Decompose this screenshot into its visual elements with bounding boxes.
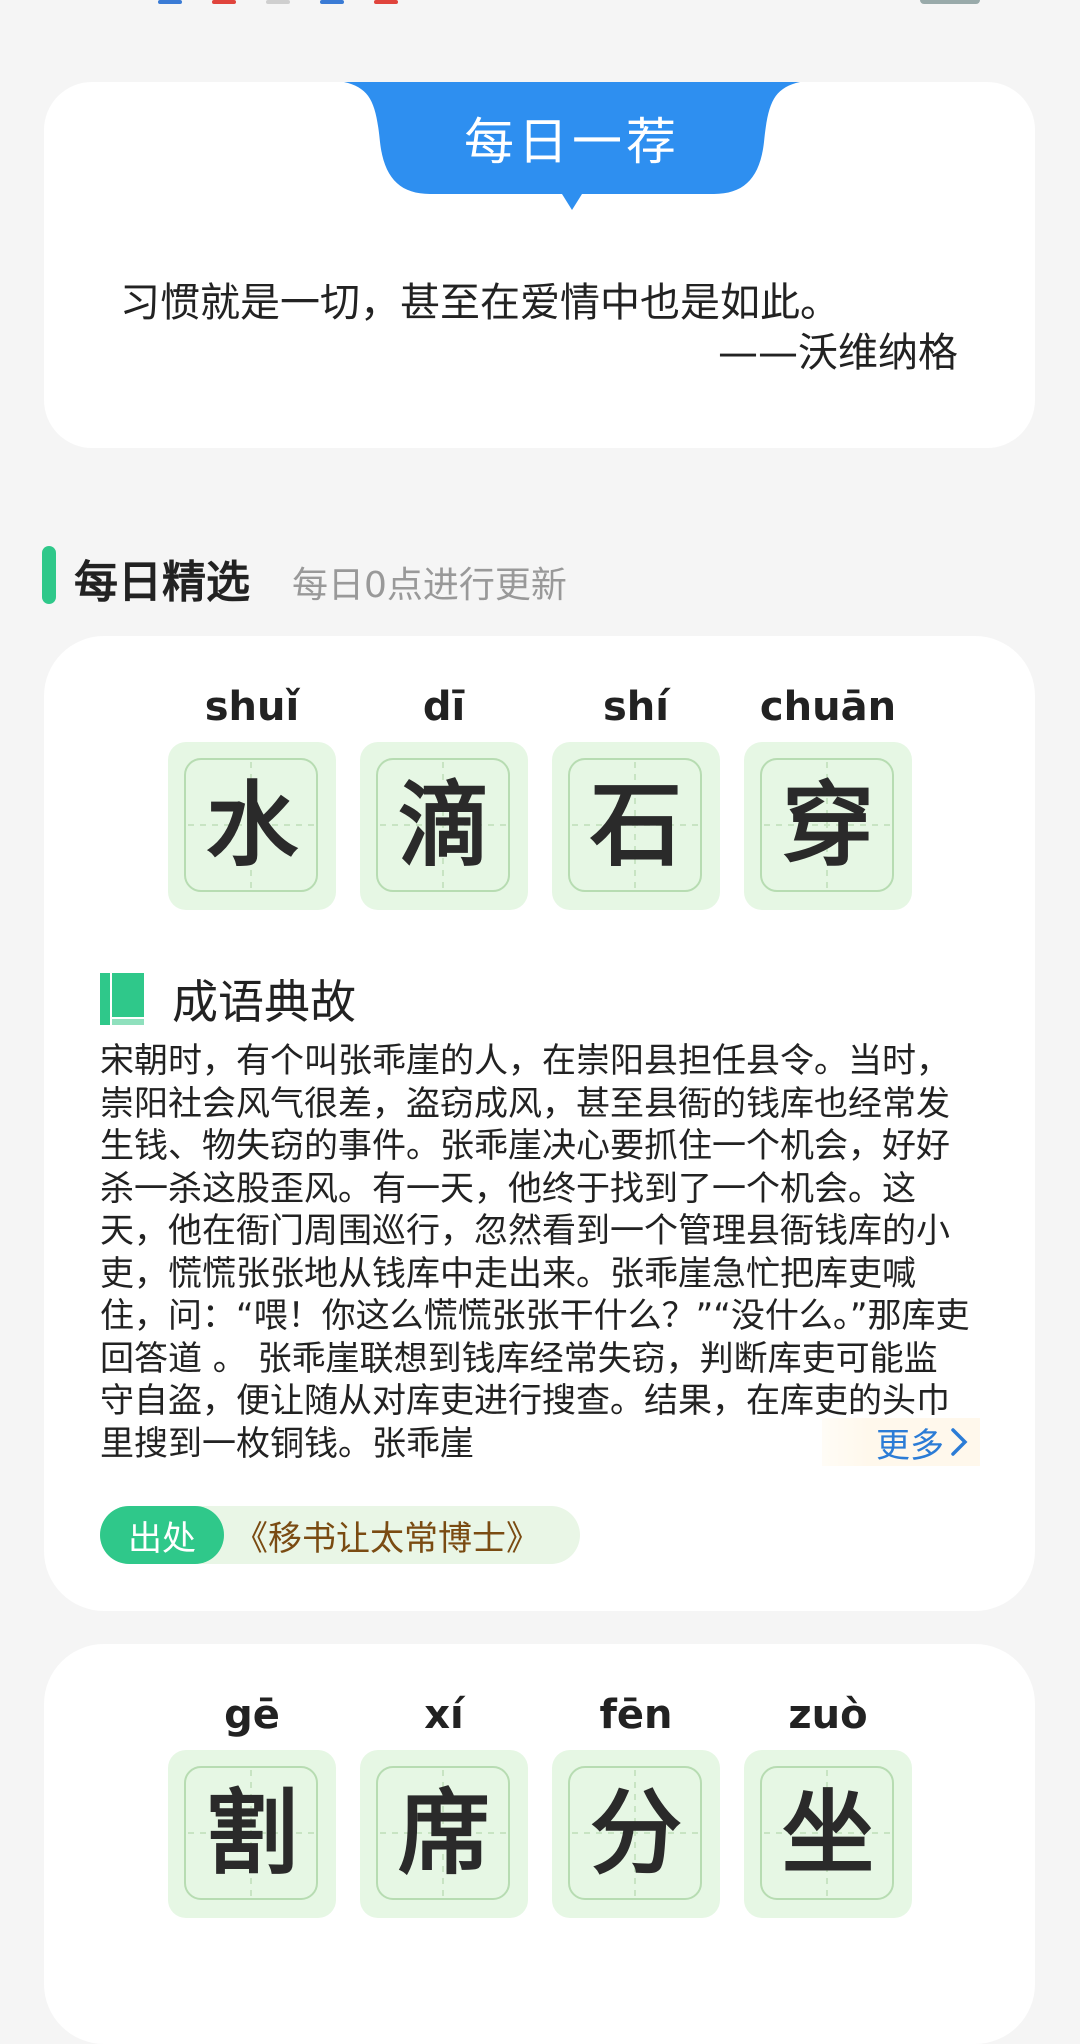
pinyin: shuǐ bbox=[204, 684, 300, 730]
pinyin: dī bbox=[422, 684, 466, 730]
char-tile: 坐 bbox=[744, 1750, 912, 1918]
idiom-char[interactable]: shuǐ 水 bbox=[168, 672, 336, 910]
pinyin: fēn bbox=[599, 1692, 673, 1738]
quote-author: ——沃维纳格 bbox=[718, 330, 958, 376]
top-tab-indicators bbox=[158, 0, 398, 4]
banner-label: 每日一荐 bbox=[464, 113, 680, 171]
section-title: 每日精选 bbox=[74, 557, 250, 608]
source-pill[interactable]: 出处 《移书让太常博士》 bbox=[100, 1506, 580, 1564]
idiom-char-row: shuǐ 水 dī 滴 shí 石 chuān 穿 bbox=[168, 672, 912, 910]
char-tile: 水 bbox=[168, 742, 336, 910]
char-tile: 穿 bbox=[744, 742, 912, 910]
hanzi: 坐 bbox=[781, 1780, 874, 1887]
book-icon bbox=[100, 973, 144, 1025]
idiom-char[interactable]: shí 石 bbox=[552, 672, 720, 910]
hanzi: 穿 bbox=[781, 772, 874, 879]
idiom-char[interactable]: fēn 分 bbox=[552, 1680, 720, 1918]
source-tag: 出处 bbox=[100, 1506, 224, 1564]
story-header: 成语典故 bbox=[100, 966, 356, 1032]
section-subtitle: 每日0点进行更新 bbox=[292, 565, 567, 606]
top-right-control bbox=[920, 0, 980, 4]
idiom-char[interactable]: xí 席 bbox=[360, 1680, 528, 1918]
daily-recommend-banner: 每日一荐 bbox=[344, 82, 800, 212]
pinyin: xí bbox=[424, 1692, 464, 1738]
hanzi: 滴 bbox=[397, 772, 490, 879]
top-strip bbox=[0, 0, 1080, 6]
char-tile: 割 bbox=[168, 1750, 336, 1918]
char-tile: 石 bbox=[552, 742, 720, 910]
idiom-char[interactable]: zuò 坐 bbox=[744, 1680, 912, 1918]
idiom-char-row: gē 割 xí 席 fēn 分 zuò 坐 bbox=[168, 1680, 912, 1918]
pinyin: zuò bbox=[788, 1692, 868, 1738]
section-accent-bar bbox=[42, 546, 56, 604]
pinyin: gē bbox=[224, 1692, 280, 1738]
char-tile: 分 bbox=[552, 1750, 720, 1918]
story-title: 成语典故 bbox=[172, 975, 356, 1029]
idiom-char[interactable]: chuān 穿 bbox=[744, 672, 912, 910]
char-tile: 席 bbox=[360, 1750, 528, 1918]
more-button[interactable]: 更多 bbox=[822, 1418, 980, 1466]
idiom-char[interactable]: gē 割 bbox=[168, 1680, 336, 1918]
hanzi: 石 bbox=[589, 772, 682, 879]
pinyin: chuān bbox=[759, 684, 897, 730]
more-label: 更多 bbox=[876, 1425, 944, 1466]
chevron-right-icon bbox=[951, 1428, 968, 1456]
story-text: 宋朝时，有个叫张乖崖的人，在崇阳县担任县令。当时，崇阳社会风气很差，盗窃成风，甚… bbox=[100, 1041, 970, 1462]
source-text: 《移书让太常博士》 bbox=[234, 1518, 540, 1559]
hanzi: 割 bbox=[205, 1780, 298, 1887]
hanzi: 水 bbox=[205, 772, 298, 879]
hanzi: 席 bbox=[397, 1780, 490, 1887]
pinyin: shí bbox=[603, 684, 669, 730]
idiom-char[interactable]: dī 滴 bbox=[360, 672, 528, 910]
hanzi: 分 bbox=[589, 1780, 682, 1887]
char-tile: 滴 bbox=[360, 742, 528, 910]
